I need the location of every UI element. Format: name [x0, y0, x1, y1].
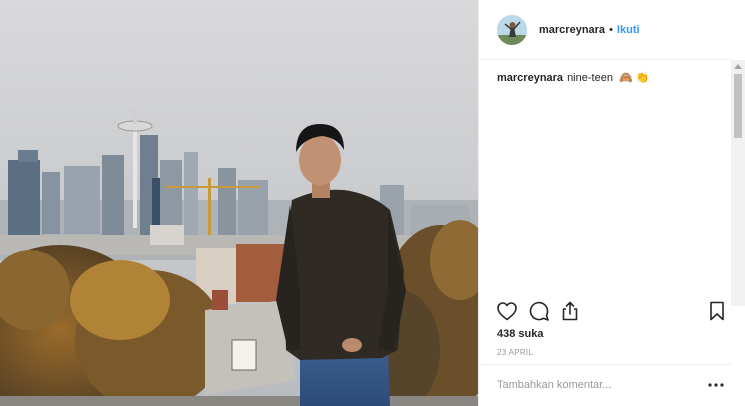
caption-text: nine-teen [567, 72, 613, 84]
comments-scrollbar[interactable] [731, 60, 745, 306]
likes-count[interactable]: 438 suka [497, 328, 543, 340]
bookmark-icon [710, 301, 724, 321]
avatar[interactable] [497, 14, 527, 45]
scroll-up-arrow-icon[interactable] [734, 64, 742, 69]
post-photo[interactable] [0, 0, 478, 406]
divider [479, 364, 731, 365]
post-image [0, 0, 478, 406]
separator-dot: • [609, 23, 613, 36]
scrollbar-thumb[interactable] [734, 74, 742, 138]
post-side-panel: marcreynara • Ikuti marcreynara nine-teen… [478, 0, 745, 406]
see-no-evil-monkey-emoji: 🙈 [619, 72, 633, 84]
follow-button[interactable]: Ikuti [617, 24, 640, 36]
post-header: marcreynara • Ikuti [479, 0, 731, 60]
clapping-hands-emoji: 👏 [635, 72, 650, 84]
share-icon [562, 301, 578, 321]
post-date[interactable]: 23 APRIL [497, 348, 533, 357]
post-username[interactable]: marcreynara [539, 24, 605, 36]
comment-icon [529, 301, 549, 321]
avatar-image [497, 14, 527, 45]
comment-input[interactable] [497, 376, 697, 394]
caption-username[interactable]: marcreynara [497, 72, 563, 84]
save-button[interactable] [705, 299, 729, 323]
like-button[interactable] [495, 299, 519, 323]
post-caption: marcreynara nine-teen 🙈 👏 [497, 71, 727, 85]
share-button[interactable] [558, 299, 582, 323]
post-viewer: marcreynara • Ikuti marcreynara nine-teen… [0, 0, 745, 406]
ellipsis-icon[interactable] [707, 378, 725, 392]
heart-icon [497, 302, 517, 321]
comment-button[interactable] [527, 299, 551, 323]
post-actions [479, 296, 731, 326]
